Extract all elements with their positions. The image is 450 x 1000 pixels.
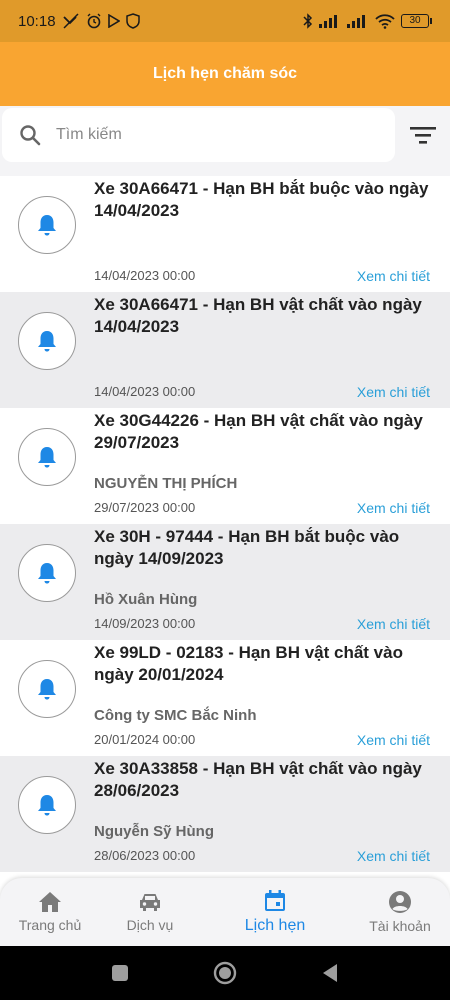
battery-level: 30 xyxy=(401,14,429,28)
status-notification-icons xyxy=(62,13,140,29)
list-item[interactable]: Xe 30A66471 - Hạn BH bắt buộc vào ngày 1… xyxy=(0,176,450,292)
view-detail-link[interactable]: Xem chi tiết xyxy=(357,616,430,632)
item-title: Xe 30A66471 - Hạn BH bắt buộc vào ngày 1… xyxy=(94,179,429,220)
nav-services-label: Dịch vụ xyxy=(126,917,174,933)
nav-appointments-label: Lịch hẹn xyxy=(244,917,306,934)
search-input[interactable] xyxy=(56,120,376,150)
nav-home[interactable]: Trang chủ xyxy=(0,878,100,946)
home-icon xyxy=(39,892,61,912)
account-icon xyxy=(389,891,411,913)
bell-icon-badge xyxy=(18,196,76,254)
nav-account[interactable]: Tài khoản xyxy=(350,878,450,946)
appointment-list: Xe 30A66471 - Hạn BH bắt buộc vào ngày 1… xyxy=(0,176,450,878)
item-customer-name: Công ty SMC Bắc Ninh xyxy=(94,707,257,724)
item-date: 28/06/2023 00:00 xyxy=(94,848,196,863)
calendar-icon xyxy=(265,890,285,911)
signal-icon-2 xyxy=(347,15,365,28)
home-button[interactable] xyxy=(195,946,255,1000)
bell-icon xyxy=(38,447,56,468)
list-item[interactable]: Xe 30A33858 - Hạn BH vật chất vào ngày 2… xyxy=(0,756,450,872)
item-date: 14/09/2023 00:00 xyxy=(94,616,196,631)
filter-icon[interactable] xyxy=(406,122,440,148)
item-date: 20/01/2024 00:00 xyxy=(94,732,196,747)
list-item[interactable]: Xe 99LD - 02183 - Hạn BH vật chất vào ng… xyxy=(0,640,450,756)
wifi-icon xyxy=(375,14,395,29)
battery-icon: 30 xyxy=(401,14,432,28)
search-box[interactable] xyxy=(2,108,395,162)
play-store-icon xyxy=(107,14,120,28)
bell-icon-badge xyxy=(18,660,76,718)
item-title: Xe 30A33858 - Hạn BH vật chất vào ngày 2… xyxy=(94,759,422,800)
item-customer-name: NGUYỄN THỊ PHÍCH xyxy=(94,475,238,492)
bottom-nav: Trang chủ Dịch vụ Lịch hẹn Tài khoản xyxy=(0,878,450,946)
item-title: Xe 99LD - 02183 - Hạn BH vật chất vào ng… xyxy=(94,643,403,684)
home-circle-icon xyxy=(213,961,237,985)
back-button[interactable] xyxy=(300,946,360,1000)
bell-icon-badge xyxy=(18,776,76,834)
view-detail-link[interactable]: Xem chi tiết xyxy=(357,500,430,516)
view-detail-link[interactable]: Xem chi tiết xyxy=(357,268,430,284)
bell-icon xyxy=(38,331,56,352)
status-bar: 10:18 30 xyxy=(0,0,450,42)
missed-call-icon xyxy=(62,13,79,29)
view-detail-link[interactable]: Xem chi tiết xyxy=(357,848,430,864)
search-row xyxy=(0,106,450,176)
recents-icon xyxy=(112,965,128,981)
app-header: Lịch hẹn chăm sóc xyxy=(0,42,450,106)
status-time: 10:18 xyxy=(18,12,56,30)
item-date: 29/07/2023 00:00 xyxy=(94,500,196,515)
bell-icon xyxy=(38,679,56,700)
item-title: Xe 30A66471 - Hạn BH vật chất vào ngày 1… xyxy=(94,295,422,336)
list-item[interactable]: Xe 30G44226 - Hạn BH vật chất vào ngày 2… xyxy=(0,408,450,524)
bell-icon xyxy=(38,795,56,816)
car-icon xyxy=(140,894,160,911)
item-customer-name: Hồ Xuân Hùng xyxy=(94,591,198,608)
bell-icon-badge xyxy=(18,428,76,486)
item-title: Xe 30H - 97444 - Hạn BH bắt buộc vào ngà… xyxy=(94,527,400,568)
list-item[interactable]: Xe 30A66471 - Hạn BH vật chất vào ngày 1… xyxy=(0,292,450,408)
item-customer-name: Nguyễn Sỹ Hùng xyxy=(94,823,215,840)
system-navigation-bar xyxy=(0,946,450,1000)
item-title: Xe 30G44226 - Hạn BH vật chất vào ngày 2… xyxy=(94,411,423,452)
bell-icon xyxy=(38,563,56,584)
item-date: 14/04/2023 00:00 xyxy=(94,268,196,283)
nav-services[interactable]: Dịch vụ xyxy=(100,878,200,946)
search-icon xyxy=(20,125,41,146)
signal-icon xyxy=(319,15,337,28)
alarm-icon xyxy=(87,13,101,29)
nav-appointments[interactable]: Lịch hẹn xyxy=(225,878,325,946)
list-item[interactable]: Xe 30H - 97444 - Hạn BH bắt buộc vào ngà… xyxy=(0,524,450,640)
bell-icon xyxy=(38,215,56,236)
recents-button[interactable] xyxy=(90,946,150,1000)
view-detail-link[interactable]: Xem chi tiết xyxy=(357,384,430,400)
bluetooth-icon xyxy=(303,13,313,29)
nav-home-label: Trang chủ xyxy=(18,917,82,933)
back-triangle-icon xyxy=(323,964,337,982)
bell-icon-badge xyxy=(18,312,76,370)
view-detail-link[interactable]: Xem chi tiết xyxy=(357,732,430,748)
bell-icon-badge xyxy=(18,544,76,602)
nav-account-label: Tài khoản xyxy=(369,918,431,934)
item-date: 14/04/2023 00:00 xyxy=(94,384,196,399)
page-title: Lịch hẹn chăm sóc xyxy=(152,65,298,82)
status-system-icons: 30 xyxy=(303,13,432,29)
shield-badge-icon xyxy=(125,13,140,29)
